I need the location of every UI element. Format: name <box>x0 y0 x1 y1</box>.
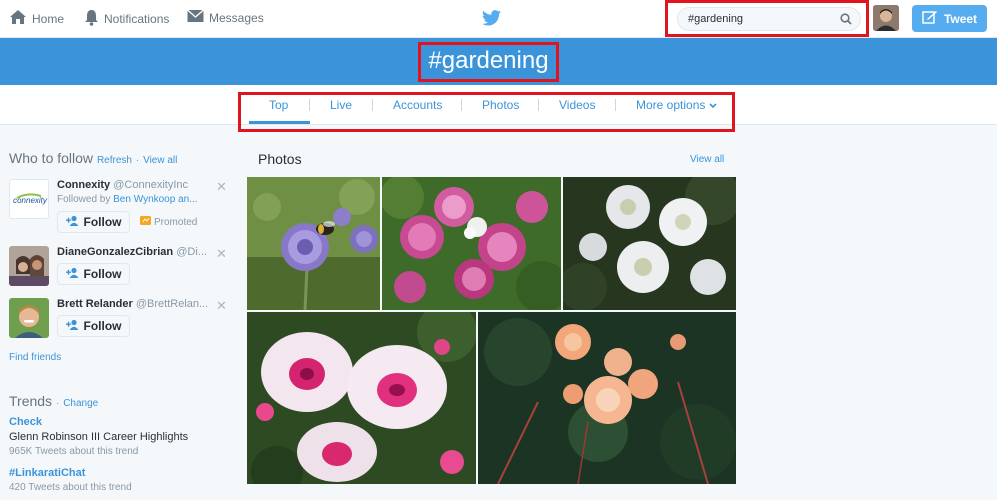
tweet-button-label: Tweet <box>943 11 978 26</box>
compose-icon <box>922 10 938 27</box>
nav-messages-label: Messages <box>209 10 264 25</box>
trend-count: 420 Tweets about this trend <box>9 482 132 493</box>
nav-notifications-label: Notifications <box>104 12 170 26</box>
add-user-icon <box>65 319 80 333</box>
nav-notifications[interactable]: Notifications <box>84 9 169 29</box>
photos-section-title: Photos <box>258 151 302 167</box>
promoted-icon <box>140 216 151 228</box>
follow-suggestion: Brett Relander @BrettRelan... ✕ Follow <box>9 298 229 342</box>
add-user-icon <box>65 267 80 281</box>
bell-icon <box>84 9 99 29</box>
followed-by-prefix: Followed by <box>57 194 111 205</box>
promoted-label: Promoted <box>154 216 198 228</box>
home-icon <box>9 9 27 28</box>
user-handle: @Di... <box>176 246 207 258</box>
user-name-row[interactable]: Connexity @ConnexityInc <box>57 179 188 191</box>
trend-link[interactable]: #LinkaratiChat <box>9 467 85 479</box>
follow-button[interactable]: Follow <box>57 315 130 337</box>
photo-thumbnail[interactable] <box>247 177 380 310</box>
refresh-link[interactable]: Refresh <box>97 155 132 166</box>
who-to-follow-title: Who to follow <box>9 150 94 166</box>
trend-description: Glenn Robinson III Career Highlights <box>9 431 189 443</box>
avatar[interactable] <box>9 246 49 286</box>
user-name-row[interactable]: Brett Relander @BrettRelan... <box>57 298 208 310</box>
view-all-link[interactable]: View all <box>143 155 177 166</box>
add-user-icon <box>65 215 80 229</box>
follow-button-label: Follow <box>83 319 122 333</box>
tabs-highlight-outline <box>238 92 735 132</box>
user-handle: @ConnexityInc <box>113 179 189 191</box>
nav-home-label: Home <box>32 11 65 26</box>
avatar[interactable] <box>873 5 899 31</box>
who-to-follow-header: Who to follow Refresh · View all <box>9 150 177 166</box>
tweet-button[interactable]: Tweet <box>912 5 987 32</box>
close-icon[interactable]: ✕ <box>216 246 227 262</box>
trend-count: 965K Tweets about this trend <box>9 446 139 457</box>
followed-by-name[interactable]: Ben Wynkoop an... <box>113 194 197 205</box>
avatar-text: connexity <box>13 196 48 205</box>
follow-suggestion: DianeGonzalezCibrian @Di... ✕ Follow <box>9 246 229 290</box>
user-handle: @BrettRelan... <box>135 298 209 310</box>
followed-by-text: Followed by Ben Wynkoop an... <box>57 194 198 205</box>
follow-button[interactable]: Follow <box>57 211 130 233</box>
photo-thumbnail[interactable] <box>247 312 476 484</box>
separator: · <box>135 155 140 166</box>
close-icon[interactable]: ✕ <box>216 298 227 314</box>
user-name[interactable]: DianeGonzalezCibrian <box>57 246 173 258</box>
find-friends-link[interactable]: Find friends <box>9 352 61 363</box>
close-icon[interactable]: ✕ <box>216 179 227 195</box>
search-highlight-outline <box>665 0 869 37</box>
nav-home[interactable]: Home <box>9 9 64 28</box>
envelope-icon <box>187 9 204 26</box>
follow-button-label: Follow <box>83 267 122 281</box>
hashtag-highlight-outline <box>418 42 559 82</box>
change-trends-link[interactable]: Change <box>63 398 98 409</box>
follow-button-label: Follow <box>83 215 122 229</box>
follow-button[interactable]: Follow <box>57 263 130 285</box>
avatar[interactable] <box>9 298 49 338</box>
promoted-badge: Promoted <box>140 216 197 228</box>
trends-title: Trends <box>9 393 53 409</box>
photo-thumbnail[interactable] <box>382 177 561 310</box>
photo-thumbnail[interactable] <box>478 312 736 484</box>
nav-messages[interactable]: Messages <box>187 9 264 26</box>
trends-header: Trends · Change <box>9 393 98 409</box>
separator: · <box>55 398 60 409</box>
twitter-bird-icon[interactable] <box>482 10 501 31</box>
follow-suggestion: connexity Connexity @ConnexityInc ✕ Foll… <box>9 179 229 239</box>
user-name[interactable]: Connexity <box>57 179 110 191</box>
user-name[interactable]: Brett Relander <box>57 298 133 310</box>
user-name-row[interactable]: DianeGonzalezCibrian @Di... <box>57 246 207 258</box>
photo-thumbnail[interactable] <box>563 177 736 310</box>
trend-link[interactable]: Check <box>9 416 42 428</box>
avatar[interactable]: connexity <box>9 179 49 219</box>
photos-view-all-link[interactable]: View all <box>690 154 724 165</box>
